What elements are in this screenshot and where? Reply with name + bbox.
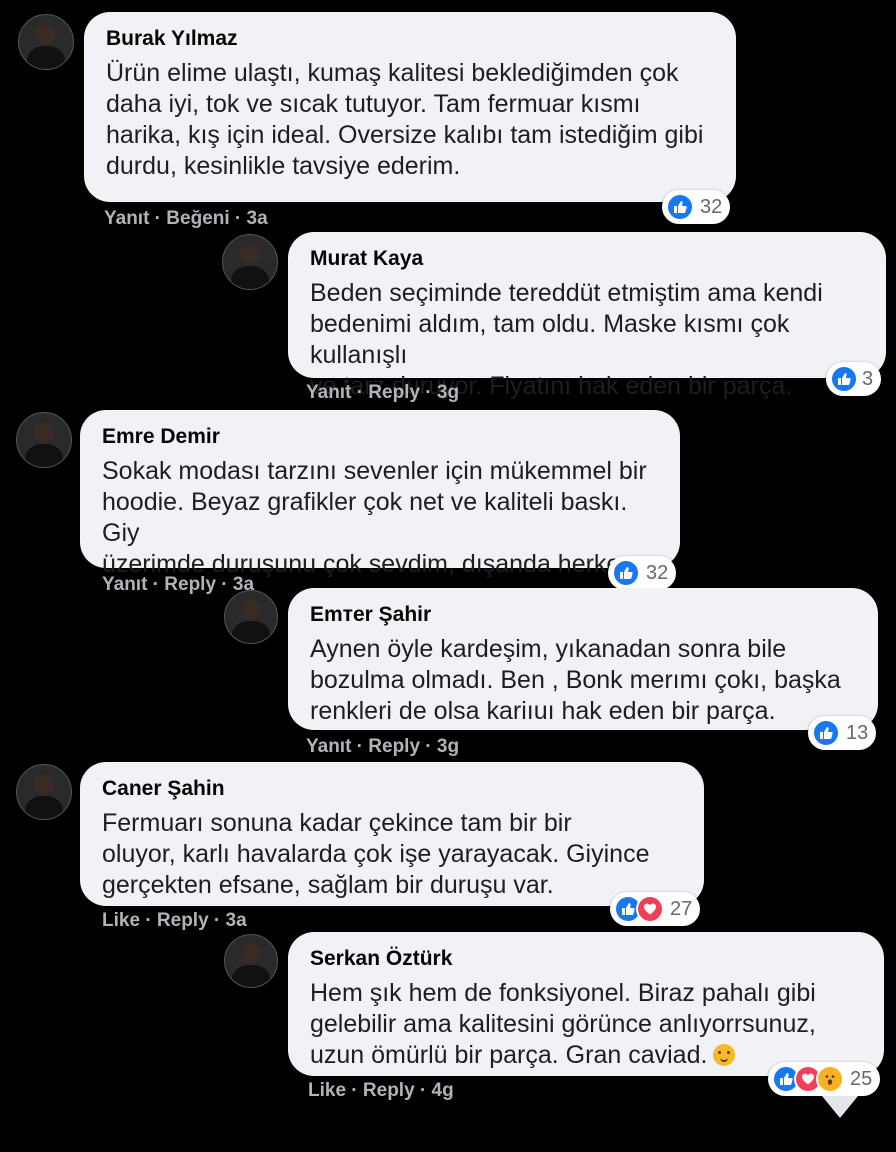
reaction-count: 25 bbox=[850, 1067, 873, 1090]
avatar[interactable] bbox=[16, 412, 72, 468]
avatar[interactable] bbox=[222, 234, 278, 290]
comment-actions[interactable]: Yanıt · Beğeni · 3a bbox=[104, 208, 268, 230]
smile-emoji-icon bbox=[713, 1044, 736, 1066]
comment-line: Ürün elime ulaştı, kumaş kalitesi bekled… bbox=[106, 59, 679, 87]
comment-line: Aynen öyle kardeşim, yıkanadan sonra bil… bbox=[310, 635, 787, 663]
reaction-count: 32 bbox=[700, 195, 723, 218]
comment-bubble: Emre Demir Sokak modası tarzını sevenler… bbox=[80, 410, 680, 578]
comment-text: Fermuarı sonuna kadar çekince tam bir bi… bbox=[102, 808, 684, 901]
avatar[interactable] bbox=[18, 14, 74, 70]
reaction-count: 3 bbox=[862, 367, 874, 390]
comment-author[interactable]: Burak Yılmaz bbox=[106, 26, 716, 52]
reaction-count: 27 bbox=[670, 897, 693, 920]
comment-line: durdu, kesinlikle tavsiye ederim. bbox=[106, 152, 461, 180]
like-icon bbox=[666, 193, 694, 221]
comment-text: Sokak modası tarzını sevenler için mükem… bbox=[102, 456, 660, 580]
comment-actions[interactable]: Yanıt · Reply · 3a bbox=[102, 574, 254, 596]
love-icon bbox=[636, 895, 664, 923]
comment-actions[interactable]: Like · Reply · 4g bbox=[308, 1080, 454, 1102]
comment-text: Aynen öyle kardeşim, yıkanadan sonra bil… bbox=[310, 634, 858, 727]
tooltip-pointer bbox=[822, 1096, 858, 1118]
comment-text: Hem şık hem de fonksiyonel. Biraz pahalı… bbox=[310, 978, 864, 1071]
wow-icon bbox=[816, 1065, 844, 1093]
comment-author[interactable]: Caner Şahin bbox=[102, 776, 684, 802]
comment-line: gelebilir ama kalitesini görünce anlıyor… bbox=[310, 1010, 816, 1038]
reaction-summary[interactable]: 13 bbox=[808, 716, 877, 750]
reaction-count: 13 bbox=[846, 721, 869, 744]
comment-line: Beden seçiminde tereddüt etmiştim ama ke… bbox=[310, 279, 823, 307]
reaction-summary[interactable]: 3 bbox=[826, 362, 882, 396]
comment-line: Hem şık hem de fonksiyonel. Biraz pahalı… bbox=[310, 979, 816, 1007]
comment-bubble: Burak Yılmaz Ürün elime ulaştı, kumaş ka… bbox=[84, 12, 736, 202]
comment-line: Fermuarı sonuna kadar çekince tam bir bi… bbox=[102, 809, 572, 837]
comment-bubble: Caner Şahin Fermuarı sonuna kadar çekinc… bbox=[80, 762, 704, 906]
reaction-summary[interactable]: 32 bbox=[662, 190, 731, 224]
comment-actions[interactable]: Like · Reply · 3a bbox=[102, 910, 247, 932]
comment-line: oluyor, karlı havalarda çok işe yarayaca… bbox=[102, 840, 650, 868]
comment-author[interactable]: Emтer Şahir bbox=[310, 602, 858, 628]
reaction-summary[interactable]: 25 bbox=[768, 1062, 881, 1096]
like-icon bbox=[830, 365, 858, 393]
comment-line: renkleri de olsa kariıuı hak eden bir pa… bbox=[310, 697, 776, 725]
comment-bubble: Serkan Öztürk Hem şık hem de fonksiyonel… bbox=[288, 932, 884, 1076]
comment-line: harika, kış için ideal. Oversize kalıbı … bbox=[106, 121, 704, 149]
comment-line: Sokak modası tarzını sevenler için mükem… bbox=[102, 457, 647, 485]
comment-line: gerçekten efsane, sağlam bir duruşu var. bbox=[102, 871, 554, 899]
avatar[interactable] bbox=[224, 934, 278, 988]
comment-line: hoodie. Beyaz grafikler çok net ve kalit… bbox=[102, 488, 628, 547]
comment-author[interactable]: Murat Kaya bbox=[310, 246, 866, 272]
comment-bubble: Emтer Şahir Aynen öyle kardeşim, yıkanad… bbox=[288, 588, 878, 730]
comment-bubble: Murat Kaya Beden seçiminde tereddüt etmi… bbox=[288, 232, 886, 400]
comment-actions[interactable]: Yanıt · Reply · 3g bbox=[306, 382, 459, 404]
comment-text: Ürün elime ulaştı, kumaş kalitesi bekled… bbox=[106, 58, 716, 182]
comment-actions[interactable]: Yanıt · Reply · 3g bbox=[306, 736, 459, 758]
comment-line: bedenimi aldım, tam oldu. Maske kısmı ço… bbox=[310, 310, 790, 369]
reaction-count: 32 bbox=[646, 561, 669, 584]
reaction-summary[interactable]: 27 bbox=[610, 892, 701, 926]
like-icon bbox=[612, 559, 640, 587]
comment-author[interactable]: Emre Demir bbox=[102, 424, 660, 450]
comment-author[interactable]: Serkan Öztürk bbox=[310, 946, 864, 972]
avatar[interactable] bbox=[224, 590, 278, 644]
comment-line: bozulma olmadı. Ben , Bonk merımı çokı, … bbox=[310, 666, 841, 694]
avatar[interactable] bbox=[16, 764, 72, 820]
like-icon bbox=[812, 719, 840, 747]
comment-line: daha iyi, tok ve sıcak tutuyor. Tam ferm… bbox=[106, 90, 641, 118]
reaction-summary[interactable]: 32 bbox=[608, 556, 677, 590]
comment-line-text: uzun ömürlü bir parça. Gran caviad. bbox=[310, 1041, 708, 1069]
